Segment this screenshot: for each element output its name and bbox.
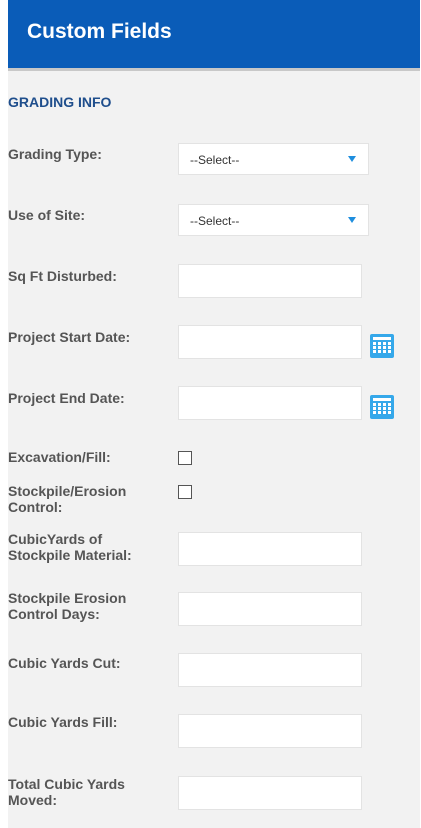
stockpile-erosion-control-days-label: Stockpile Erosion Control Days:: [8, 590, 127, 622]
section-title: GRADING INFO: [8, 94, 112, 110]
chevron-down-icon: [348, 217, 356, 223]
panel-header: Custom Fields: [8, 0, 420, 71]
chevron-down-icon: [348, 156, 356, 162]
calendar-icon[interactable]: [370, 334, 394, 358]
grading-type-select[interactable]: --Select--: [178, 143, 369, 175]
project-start-date-input[interactable]: [178, 325, 362, 359]
calendar-icon-header: [373, 398, 391, 401]
stockpile-erosion-control-days-input[interactable]: [178, 592, 362, 626]
sq-ft-disturbed-input[interactable]: [178, 264, 362, 298]
cubic-yards-cut-input[interactable]: [178, 653, 362, 687]
project-start-date-label: Project Start Date:: [8, 329, 131, 345]
cubic-yards-fill-input[interactable]: [178, 714, 362, 748]
cubic-yards-stockpile-material-label: CubicYards of Stockpile Material:: [8, 531, 132, 563]
total-cubic-yards-moved-input[interactable]: [178, 776, 362, 810]
panel-title: Custom Fields: [27, 20, 172, 43]
sq-ft-disturbed-label: Sq Ft Disturbed:: [8, 268, 117, 284]
calendar-icon[interactable]: [370, 395, 394, 419]
calendar-icon-grid: [373, 403, 391, 415]
total-cubic-yards-moved-label: Total Cubic Yards Moved:: [8, 776, 125, 808]
project-end-date-label: Project End Date:: [8, 390, 125, 406]
calendar-icon-header: [373, 337, 391, 340]
project-end-date-input[interactable]: [178, 386, 362, 420]
stockpile-erosion-control-checkbox[interactable]: [178, 485, 192, 499]
use-of-site-select[interactable]: --Select--: [178, 204, 369, 236]
grading-type-value: --Select--: [190, 153, 240, 167]
cubic-yards-cut-label: Cubic Yards Cut:: [8, 655, 121, 671]
cubic-yards-stockpile-material-input[interactable]: [178, 532, 362, 566]
stockpile-erosion-control-label: Stockpile/Erosion Control:: [8, 483, 127, 515]
excavation-fill-checkbox[interactable]: [178, 451, 192, 465]
use-of-site-value: --Select--: [190, 214, 240, 228]
calendar-icon-grid: [373, 342, 391, 354]
use-of-site-label: Use of Site:: [8, 207, 86, 223]
excavation-fill-label: Excavation/Fill:: [8, 449, 111, 465]
grading-type-label: Grading Type:: [8, 146, 102, 162]
cubic-yards-fill-label: Cubic Yards Fill:: [8, 714, 118, 730]
custom-fields-panel: Custom Fields GRADING INFO Grading Type:…: [8, 0, 420, 828]
